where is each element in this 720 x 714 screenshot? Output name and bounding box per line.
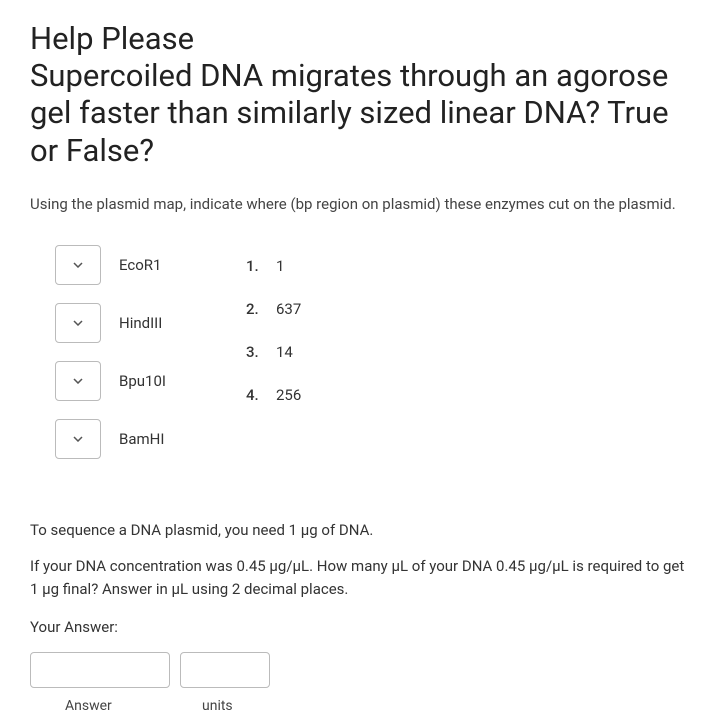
- enzyme-select-bamhi[interactable]: [55, 419, 101, 459]
- answer-field[interactable]: [30, 652, 170, 688]
- enzyme-label: HindIII: [119, 314, 162, 332]
- matching-section: EcoR1 HindIII Bpu10I BamHI 1. 1 2.: [30, 245, 690, 459]
- option-value: 1: [276, 257, 284, 275]
- chevron-down-icon: [73, 378, 83, 384]
- sequence-question-line1: To sequence a DNA plasmid, you need 1 µg…: [30, 519, 690, 542]
- option-value: 256: [276, 386, 301, 404]
- enzyme-row: EcoR1: [55, 245, 166, 285]
- option-num: 1.: [246, 257, 264, 275]
- enzyme-row: HindIII: [55, 303, 166, 343]
- enzyme-select-bpu10i[interactable]: [55, 361, 101, 401]
- option-value: 637: [276, 300, 301, 318]
- enzyme-select-hindiii[interactable]: [55, 303, 101, 343]
- enzyme-label: EcoR1: [119, 256, 161, 274]
- units-field[interactable]: [180, 652, 270, 688]
- sequence-question-line2: If your DNA concentration was 0.45 µg/µL…: [30, 555, 690, 600]
- option-row: 1. 1: [246, 257, 301, 275]
- enzyme-row: BamHI: [55, 419, 166, 459]
- chevron-down-icon: [73, 262, 83, 268]
- chevron-down-icon: [73, 320, 83, 326]
- enzyme-select-ecor1[interactable]: [55, 245, 101, 285]
- page-title: Help Please Supercoiled DNA migrates thr…: [30, 20, 690, 169]
- enzyme-label: Bpu10I: [119, 372, 166, 390]
- option-value: 14: [276, 343, 293, 361]
- option-num: 2.: [246, 300, 264, 318]
- enzyme-column: EcoR1 HindIII Bpu10I BamHI: [55, 245, 166, 459]
- option-row: 4. 256: [246, 386, 301, 404]
- option-num: 3.: [246, 343, 264, 361]
- option-num: 4.: [246, 386, 264, 404]
- enzyme-label: BamHI: [119, 430, 164, 448]
- options-column: 1. 1 2. 637 3. 14 4. 256: [246, 245, 301, 459]
- enzyme-row: Bpu10I: [55, 361, 166, 401]
- option-row: 3. 14: [246, 343, 301, 361]
- your-answer-label: Your Answer:: [30, 618, 690, 636]
- answer-inputs: [30, 652, 690, 688]
- option-row: 2. 637: [246, 300, 301, 318]
- question-intro: Using the plasmid map, indicate where (b…: [30, 194, 690, 215]
- chevron-down-icon: [73, 436, 83, 442]
